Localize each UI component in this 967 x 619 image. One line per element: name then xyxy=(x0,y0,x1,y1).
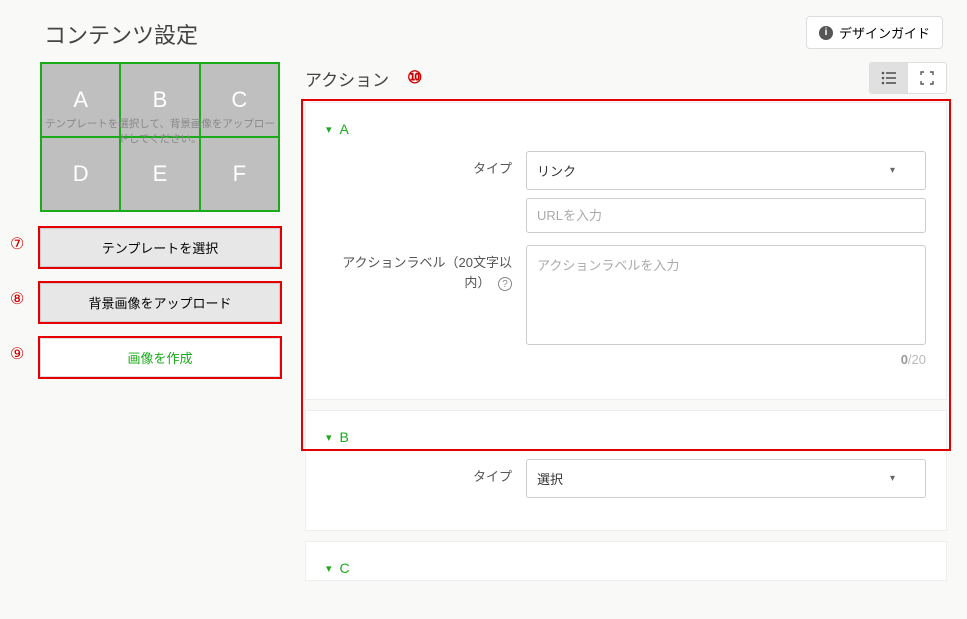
annotation-8: ⑧ xyxy=(10,289,24,309)
template-grid[interactable]: A B C D E F テンプレートを選択して、背景画像をアップロードしてくださ… xyxy=(40,62,280,212)
panel-key-a: A xyxy=(340,121,349,137)
panel-key-b: B xyxy=(340,429,349,445)
type-value-b: 選択 xyxy=(537,469,563,488)
chevron-down-icon: ▾ xyxy=(326,431,332,444)
grid-cell-a[interactable]: A xyxy=(41,63,120,137)
grid-cell-d[interactable]: D xyxy=(41,137,120,211)
section-title-action: アクション xyxy=(305,66,389,91)
annotation-10: ⑩ xyxy=(407,68,422,88)
panel-key-c: C xyxy=(340,560,350,576)
type-label: タイプ xyxy=(326,151,512,179)
action-label-textarea-a[interactable] xyxy=(526,245,926,345)
design-guide-label: デザインガイド xyxy=(839,23,930,42)
grid-cell-c[interactable]: C xyxy=(200,63,279,137)
create-image-button[interactable]: 画像を作成 xyxy=(40,338,280,377)
annotation-9: ⑨ xyxy=(10,344,24,364)
view-toggle xyxy=(869,62,947,94)
view-expand-button[interactable] xyxy=(908,63,946,93)
grid-cell-f[interactable]: F xyxy=(200,137,279,211)
panel-toggle-a[interactable]: ▾ A xyxy=(326,121,926,137)
chevron-down-icon: ▾ xyxy=(326,123,332,136)
grid-cell-b[interactable]: B xyxy=(120,63,199,137)
upload-bg-button[interactable]: 背景画像をアップロード xyxy=(40,283,280,322)
design-guide-button[interactable]: i デザインガイド xyxy=(806,16,943,49)
char-counter: 0/20 xyxy=(526,352,926,367)
help-icon[interactable]: ? xyxy=(498,277,512,291)
action-panel-b: ▾ B タイプ 選択 ▾ xyxy=(305,410,947,531)
grid-cell-e[interactable]: E xyxy=(120,137,199,211)
annotation-7: ⑦ xyxy=(10,234,24,254)
action-label-label: アクションラベル（20文字以内） ? xyxy=(326,245,512,292)
action-panel-a: ▾ A タイプ リンク ▾ アクションラベル（20文字以内） ? xyxy=(305,102,947,400)
list-icon xyxy=(881,71,897,85)
view-list-button[interactable] xyxy=(870,63,908,93)
chevron-down-icon: ▾ xyxy=(326,562,332,575)
type-select-b[interactable]: 選択 ▾ xyxy=(526,459,926,498)
type-label: タイプ xyxy=(326,459,512,487)
action-panel-c: ▾ C xyxy=(305,541,947,581)
type-select-a[interactable]: リンク ▾ xyxy=(526,151,926,190)
info-icon: i xyxy=(819,26,833,40)
type-value-a: リンク xyxy=(537,161,576,180)
page-title: コンテンツ設定 xyxy=(44,18,198,50)
chevron-down-icon: ▾ xyxy=(890,473,895,484)
expand-icon xyxy=(920,71,934,85)
chevron-down-icon: ▾ xyxy=(890,165,895,176)
panel-toggle-b[interactable]: ▾ B xyxy=(326,429,926,445)
panel-toggle-c[interactable]: ▾ C xyxy=(326,560,926,576)
select-template-button[interactable]: テンプレートを選択 xyxy=(40,228,280,267)
url-input-a[interactable] xyxy=(526,198,926,233)
